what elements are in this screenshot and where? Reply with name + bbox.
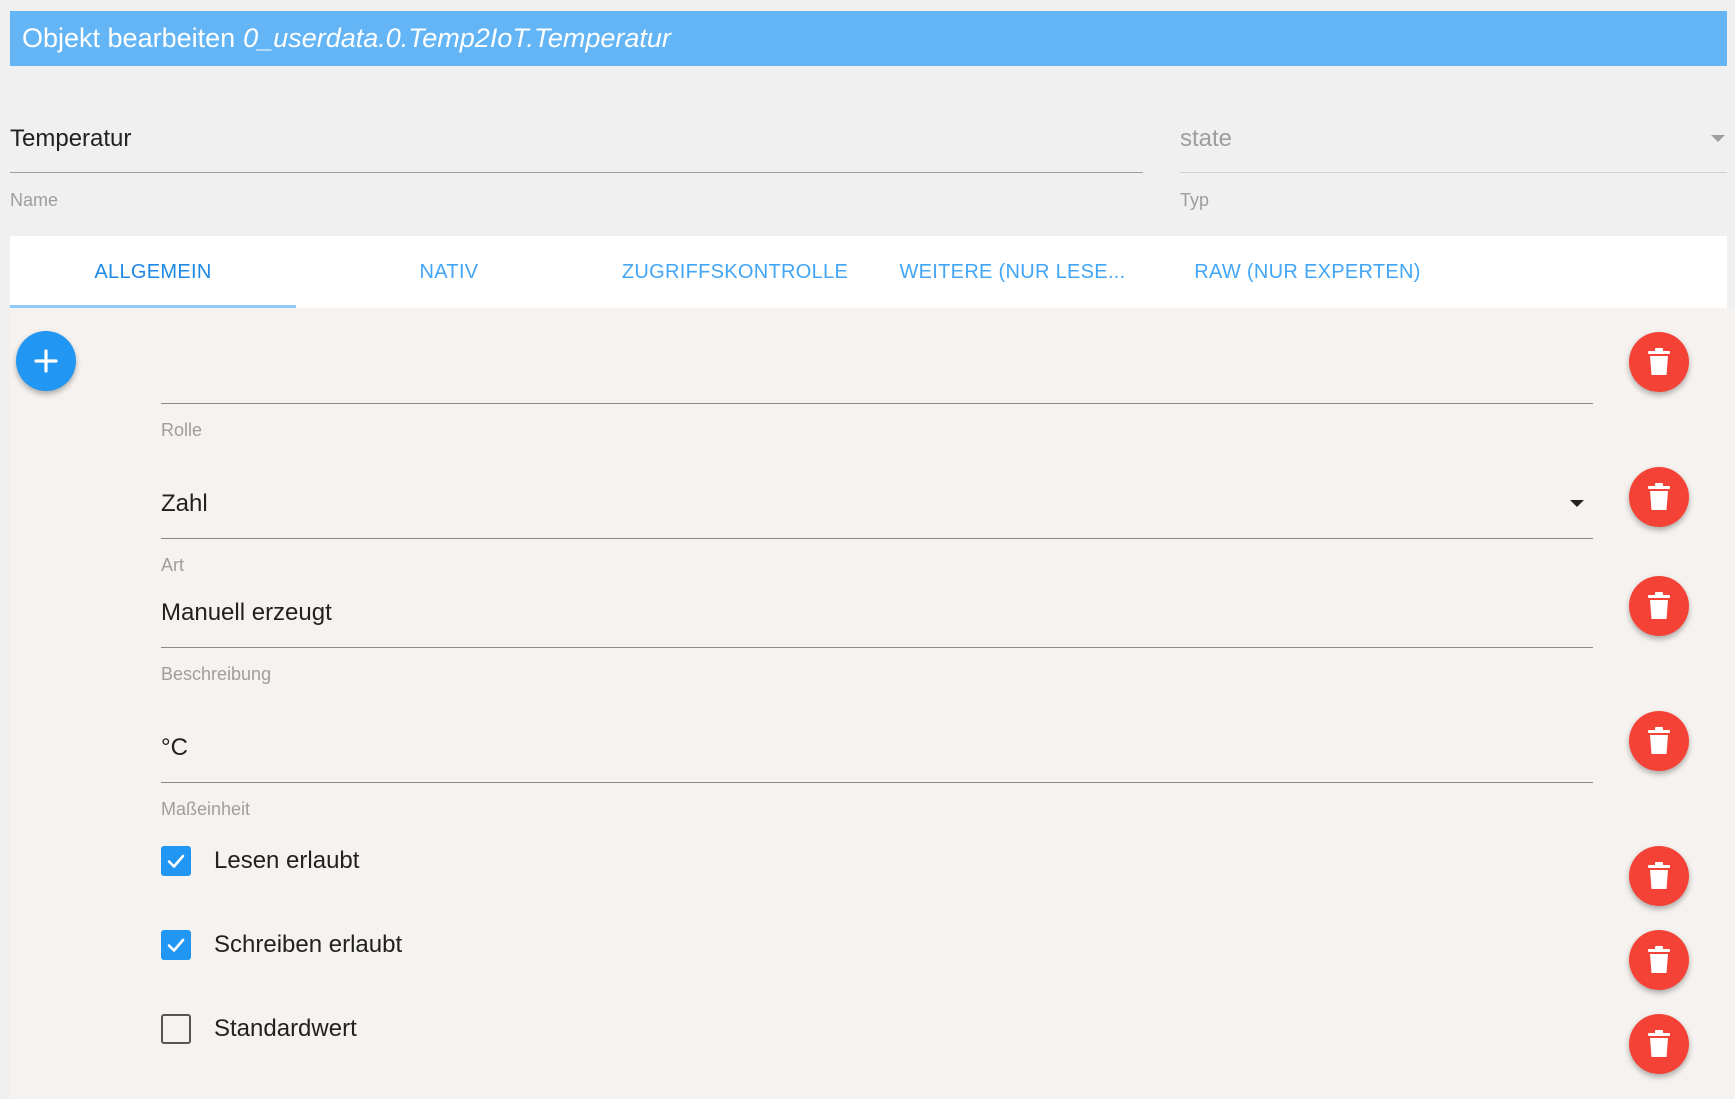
unit-label: Maßeinheit xyxy=(161,799,251,819)
tab-bar: ALLGEMEIN NATIV ZUGRIFFSKONTROLLE WEITER… xyxy=(10,236,1727,308)
description-input[interactable]: Manuell erzeugt xyxy=(161,599,332,627)
write-checkbox-label: Schreiben erlaubt xyxy=(214,931,403,958)
check-icon xyxy=(167,854,185,868)
dialog-title: Objekt bearbeiten xyxy=(22,23,236,53)
role-underline xyxy=(161,403,1593,404)
read-checkbox-label: Lesen erlaubt xyxy=(214,847,360,874)
delete-unit-button[interactable] xyxy=(1629,711,1689,771)
unit-underline xyxy=(161,782,1593,783)
type-underline xyxy=(1180,172,1727,173)
caret-down-icon xyxy=(1711,135,1725,142)
object-id: 0_userdata.0.Temp2IoT.Temperatur xyxy=(243,23,671,53)
delete-read-button[interactable] xyxy=(1629,846,1689,906)
delete-write-button[interactable] xyxy=(1629,930,1689,990)
check-icon xyxy=(167,938,185,952)
add-attribute-button[interactable] xyxy=(16,331,76,391)
tab-weitere[interactable]: WEITERE (NUR LESE... xyxy=(880,236,1145,308)
dialog-title-bar: Objekt bearbeiten 0_userdata.0.Temp2IoT.… xyxy=(10,11,1727,66)
write-checkbox[interactable] xyxy=(161,930,191,960)
trash-icon xyxy=(1648,348,1670,375)
name-underline xyxy=(10,172,1143,173)
delete-art-button[interactable] xyxy=(1629,467,1689,527)
name-label: Name xyxy=(10,190,59,210)
role-field[interactable]: Rolle xyxy=(161,330,1593,450)
default-checkbox-row[interactable]: Standardwert xyxy=(161,1014,357,1044)
delete-default-button[interactable] xyxy=(1629,1014,1689,1074)
tab-raw[interactable]: RAW (NUR EXPERTEN) xyxy=(1160,236,1455,308)
art-value: Zahl xyxy=(161,490,208,517)
trash-icon xyxy=(1648,727,1670,754)
tab-nativ[interactable]: NATIV xyxy=(306,236,592,308)
tab-zugriffskontrolle[interactable]: ZUGRIFFSKONTROLLE xyxy=(592,236,878,308)
delete-role-button[interactable] xyxy=(1629,332,1689,392)
default-checkbox[interactable] xyxy=(161,1014,191,1044)
art-select[interactable]: Zahl Art xyxy=(161,490,1593,590)
trash-icon xyxy=(1648,1030,1670,1057)
trash-icon xyxy=(1648,483,1670,510)
art-underline xyxy=(161,538,1593,539)
type-label: Typ xyxy=(1180,190,1210,210)
art-label: Art xyxy=(161,555,185,575)
trash-icon xyxy=(1648,592,1670,619)
read-checkbox-row[interactable]: Lesen erlaubt xyxy=(161,846,359,876)
description-underline xyxy=(161,647,1593,648)
caret-down-icon xyxy=(1570,500,1584,507)
type-value: state xyxy=(1180,125,1233,152)
trash-icon xyxy=(1648,946,1670,973)
write-checkbox-row[interactable]: Schreiben erlaubt xyxy=(161,930,402,960)
delete-description-button[interactable] xyxy=(1629,576,1689,636)
read-checkbox[interactable] xyxy=(161,846,191,876)
role-label: Rolle xyxy=(161,420,203,440)
tab-allgemein[interactable]: ALLGEMEIN xyxy=(10,236,296,308)
description-field[interactable]: Manuell erzeugt Beschreibung xyxy=(161,599,1593,699)
unit-input[interactable]: °C xyxy=(161,734,188,762)
name-input[interactable]: Temperatur xyxy=(10,125,131,153)
description-label: Beschreibung xyxy=(161,664,272,684)
trash-icon xyxy=(1648,862,1670,889)
default-checkbox-label: Standardwert xyxy=(214,1015,357,1042)
unit-field[interactable]: °C Maßeinheit xyxy=(161,734,1593,834)
plus-icon xyxy=(34,349,58,373)
